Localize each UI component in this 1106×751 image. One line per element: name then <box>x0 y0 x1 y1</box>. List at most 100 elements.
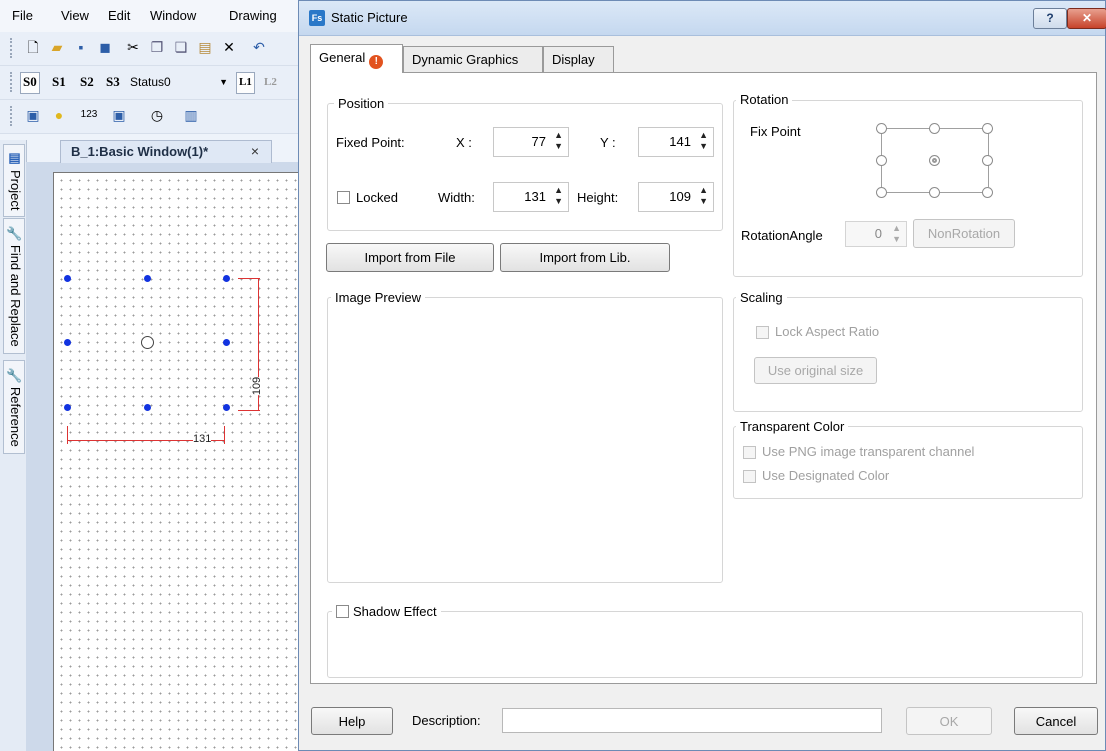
selection-handle[interactable] <box>223 275 230 282</box>
open-folder-icon[interactable]: ▰ <box>48 38 66 56</box>
shadow-effect-checkbox[interactable] <box>336 605 349 618</box>
layer-button-l2[interactable]: L2 <box>262 72 279 92</box>
selection-handle[interactable] <box>223 339 230 346</box>
clock-icon[interactable]: ◷ <box>148 106 166 124</box>
x-spinbox[interactable]: 77 ▲ ▼ <box>493 127 569 157</box>
spin-arrows-icon[interactable]: ▲ ▼ <box>554 130 563 152</box>
non-rotation-button[interactable]: NonRotation <box>913 219 1015 248</box>
y-spinbox[interactable]: 141 ▲ ▼ <box>638 127 714 157</box>
fix-point-middle-right[interactable] <box>982 155 993 166</box>
spin-arrows-icon[interactable]: ▲ ▼ <box>699 130 708 152</box>
save-all-icon[interactable]: ◼ <box>96 38 114 56</box>
menu-window[interactable]: Window <box>150 8 196 23</box>
help-button[interactable]: Help <box>311 707 393 735</box>
paste-icon[interactable]: ▤ <box>196 38 214 56</box>
layer-button-l1[interactable]: L1 <box>236 72 255 94</box>
copy-screen-icon[interactable]: ❏ <box>172 38 190 56</box>
lock-aspect-label: Lock Aspect Ratio <box>775 324 880 339</box>
close-icon[interactable]: × <box>251 143 259 159</box>
fixed-point-label: Fixed Point: <box>336 135 405 150</box>
toolbar-grip[interactable] <box>10 106 15 126</box>
copy-icon[interactable]: ❐ <box>148 38 166 56</box>
new-file-icon[interactable]: 🗋 <box>24 38 42 56</box>
scaling-group-title: Scaling <box>736 290 787 305</box>
save-icon[interactable]: ▪ <box>72 38 90 56</box>
menu-drawing[interactable]: Drawing <box>229 8 277 23</box>
width-spinbox[interactable]: 131 ▲ ▼ <box>493 182 569 212</box>
fix-point-center[interactable] <box>929 155 940 166</box>
dialog-titlebar[interactable]: Fs Static Picture ? ✕ <box>299 1 1106 36</box>
hmi-object-icon[interactable]: ▣ <box>24 106 42 124</box>
fix-point-top-left[interactable] <box>876 123 887 134</box>
selection-handle[interactable] <box>144 275 151 282</box>
selection-handle[interactable] <box>223 404 230 411</box>
project-icon: ▤ <box>8 151 23 166</box>
main-application: File View Edit Window Drawing 🗋 ▰ ▪ ◼ ✂ … <box>0 0 300 751</box>
rotation-angle-spinbox[interactable]: 0 ▲ ▼ <box>845 221 907 247</box>
tab-dynamic-graphics[interactable]: Dynamic Graphics <box>403 46 543 73</box>
use-original-size-button[interactable]: Use original size <box>754 357 877 384</box>
scaling-group <box>733 297 1083 412</box>
fix-point-top-center[interactable] <box>929 123 940 134</box>
menu-bar: File View Edit Window Drawing <box>0 0 300 32</box>
selection-handle[interactable] <box>144 404 151 411</box>
toolbar-grip[interactable] <box>10 72 15 92</box>
document-tab[interactable]: B_1:Basic Window(1)* × <box>60 140 272 163</box>
meter-icon[interactable]: ▥ <box>182 106 200 124</box>
sidebar-tab-reference[interactable]: 🔧Reference <box>3 360 25 454</box>
tab-general[interactable]: General! <box>310 44 403 73</box>
width-value: 131 <box>524 189 546 204</box>
height-dim-label: 109 <box>251 376 264 396</box>
fix-point-bottom-center[interactable] <box>929 187 940 198</box>
window-object-icon[interactable]: ▣ <box>110 106 128 124</box>
menu-view[interactable]: View <box>61 8 89 23</box>
status-button-s0[interactable]: S0 <box>20 72 40 94</box>
close-icon[interactable]: ✕ <box>1067 8 1106 29</box>
help-icon[interactable]: ? <box>1033 8 1067 29</box>
import-from-file-button[interactable]: Import from File <box>326 243 494 272</box>
sidebar-tab-project[interactable]: ▤Project <box>3 144 25 218</box>
status-button-s3[interactable]: S3 <box>104 72 122 92</box>
description-input[interactable] <box>502 708 882 733</box>
selection-handle[interactable] <box>64 404 71 411</box>
spin-arrows-icon[interactable]: ▲ ▼ <box>699 185 708 207</box>
rotation-group-title: Rotation <box>736 92 793 107</box>
png-transparent-checkbox[interactable] <box>743 446 756 459</box>
ok-button[interactable]: OK <box>906 707 992 735</box>
spin-arrows-icon[interactable]: ▲ ▼ <box>892 223 901 245</box>
import-from-lib-button[interactable]: Import from Lib. <box>500 243 670 272</box>
spin-arrows-icon[interactable]: ▲ ▼ <box>554 185 563 207</box>
cancel-button[interactable]: Cancel <box>1014 707 1098 735</box>
numeric-icon[interactable]: 123 <box>80 106 98 124</box>
fix-point-bottom-left[interactable] <box>876 187 887 198</box>
sidebar-tab-find-replace[interactable]: 🔧Find and Replace <box>3 218 25 354</box>
fix-point-label: Fix Point <box>750 124 801 139</box>
status-select[interactable]: Status0 ▼ <box>130 72 230 92</box>
status-toolbar: S0 S1 S2 S3 Status0 ▼ L1 L2 <box>0 66 300 100</box>
undo-icon[interactable]: ↶ <box>250 38 268 56</box>
menu-edit[interactable]: Edit <box>108 8 130 23</box>
selection-handle[interactable] <box>64 339 71 346</box>
shadow-effect-label: Shadow Effect <box>353 604 437 619</box>
menu-file[interactable]: File <box>12 8 33 23</box>
png-transparent-label: Use PNG image transparent channel <box>762 444 975 459</box>
fix-point-bottom-right[interactable] <box>982 187 993 198</box>
tab-display[interactable]: Display <box>543 46 614 73</box>
locked-label: Locked <box>356 190 398 205</box>
fix-point-middle-left[interactable] <box>876 155 887 166</box>
toolbar-grip[interactable] <box>10 38 15 58</box>
selection-handle[interactable] <box>64 275 71 282</box>
rotation-center-marker[interactable] <box>141 336 154 349</box>
status-select-value: Status0 <box>130 75 171 89</box>
fix-point-top-right[interactable] <box>982 123 993 134</box>
height-spinbox[interactable]: 109 ▲ ▼ <box>638 182 714 212</box>
lamp-icon[interactable]: ● <box>50 106 68 124</box>
status-button-s2[interactable]: S2 <box>78 72 96 92</box>
lock-aspect-checkbox[interactable] <box>756 326 769 339</box>
drawing-canvas[interactable] <box>53 172 300 751</box>
designated-color-checkbox[interactable] <box>743 470 756 483</box>
locked-checkbox[interactable] <box>337 191 350 204</box>
cut-icon[interactable]: ✂ <box>124 38 142 56</box>
delete-icon[interactable]: ✕ <box>220 38 238 56</box>
status-button-s1[interactable]: S1 <box>50 72 68 92</box>
